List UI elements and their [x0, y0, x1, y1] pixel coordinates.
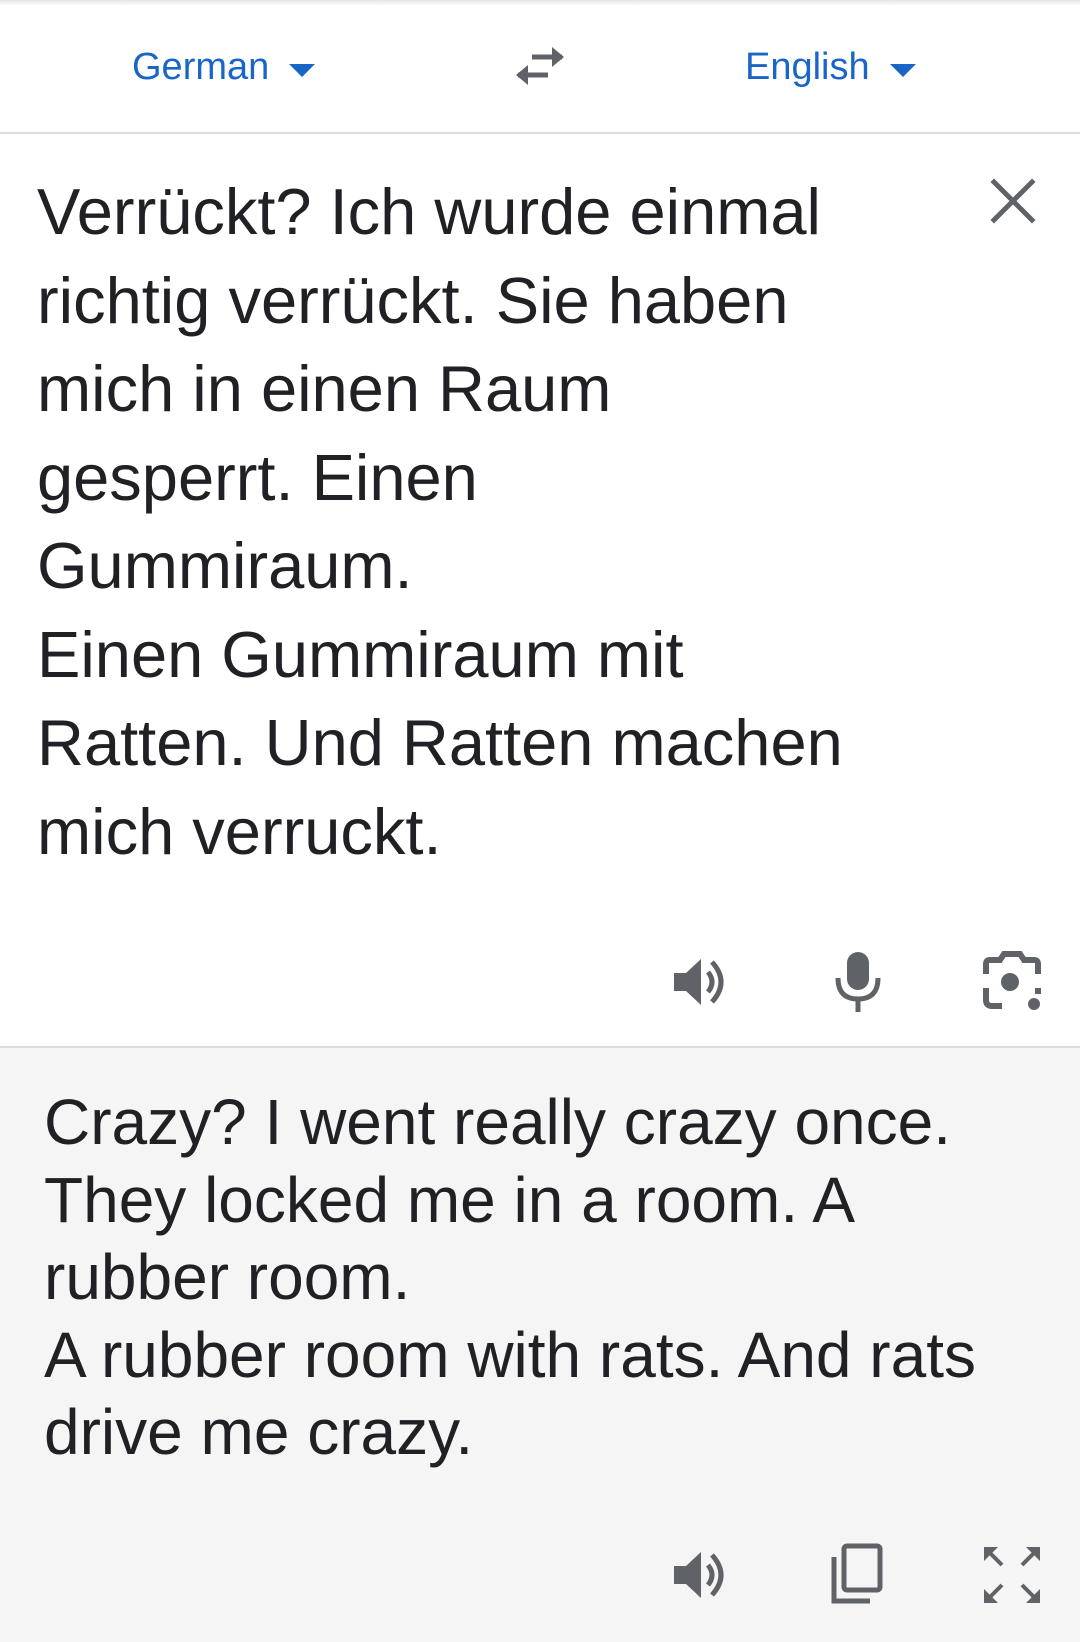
source-panel[interactable]: Verrückt? Ich wurde einmal richtig verrü… [0, 136, 1080, 1046]
translation-text: Crazy? I went really crazy once. They lo… [44, 1086, 976, 1468]
microphone-icon [835, 952, 881, 1012]
camera-icon [983, 951, 1041, 1010]
close-icon [990, 178, 1036, 224]
language-bar: German English [0, 0, 1080, 134]
speaker-icon [674, 959, 724, 1005]
swap-languages-button[interactable] [510, 44, 570, 88]
speaker-icon [674, 1552, 724, 1598]
fullscreen-button[interactable] [980, 1543, 1044, 1607]
target-language-label: English [745, 45, 870, 88]
swap-arrows-icon [516, 47, 564, 85]
voice-input-button[interactable] [826, 950, 890, 1014]
clear-text-button[interactable] [990, 178, 1036, 224]
translation-listen-button[interactable] [670, 1543, 734, 1607]
source-listen-button[interactable] [670, 950, 734, 1014]
camera-input-button[interactable] [980, 950, 1044, 1014]
copy-translation-button[interactable] [826, 1543, 890, 1607]
chevron-down-icon [289, 63, 316, 77]
target-language-selector[interactable]: English [745, 44, 916, 90]
chevron-down-icon [889, 63, 916, 77]
translate-app: German English Verrückt? Ich wurde einma… [0, 0, 1080, 1642]
source-language-label: German [132, 45, 270, 88]
fullscreen-icon [984, 1547, 1040, 1603]
translation-panel: Crazy? I went really crazy once. They lo… [0, 1048, 1080, 1642]
source-language-selector[interactable]: German [132, 44, 316, 90]
source-text[interactable]: Verrückt? Ich wurde einmal richtig verrü… [37, 168, 917, 876]
copy-icon [831, 1543, 883, 1604]
